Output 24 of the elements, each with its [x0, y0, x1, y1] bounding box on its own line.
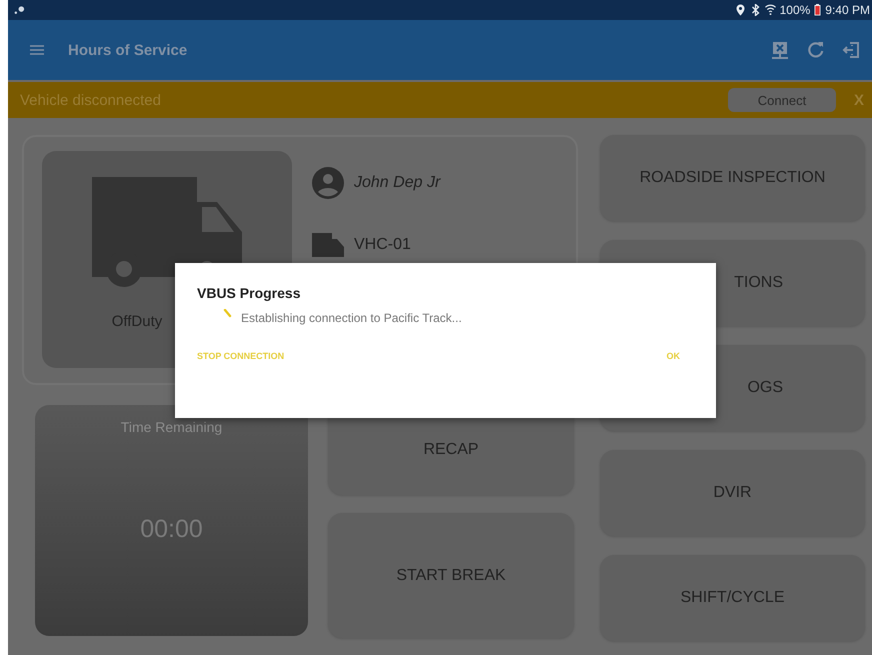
driver-name: John Dep Jr	[354, 174, 440, 192]
menu-icon[interactable]	[30, 44, 44, 56]
logout-icon[interactable]	[842, 40, 862, 60]
action-button[interactable]: START BREAK	[328, 513, 574, 638]
wifi-icon	[764, 4, 776, 16]
action-button[interactable]: DVIR	[600, 450, 865, 536]
refresh-icon[interactable]	[806, 40, 826, 60]
connect-button[interactable]: Connect	[728, 88, 836, 112]
dialog-button[interactable]: OK	[666, 351, 694, 361]
location-icon	[734, 4, 746, 16]
action-button[interactable]: ROADSIDE INSPECTION	[600, 135, 865, 221]
battery-level: 100%	[780, 3, 810, 17]
truck-icon	[92, 177, 242, 287]
person-icon	[312, 167, 344, 199]
disconnected-device-icon[interactable]	[770, 40, 790, 60]
time-remaining-label: Time Remaining	[120, 419, 222, 435]
action-button[interactable]: SHIFT/CYCLE	[600, 555, 865, 641]
dialog-button[interactable]: STOP CONNECTION	[197, 351, 292, 361]
battery-icon	[814, 4, 822, 16]
spinner-icon	[223, 309, 233, 319]
app-title: Hours of Service	[68, 42, 188, 58]
clock: 9:40 PM	[825, 3, 870, 17]
bluetooth-icon	[750, 4, 761, 16]
vehicle-id: VHC-01	[354, 236, 411, 254]
